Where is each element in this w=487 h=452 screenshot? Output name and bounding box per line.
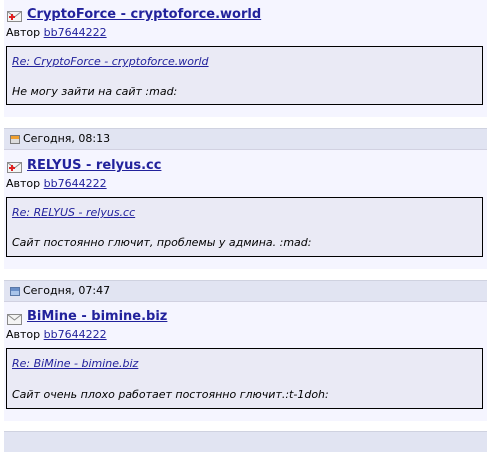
post-author: Автор bb7644222 xyxy=(6,177,107,190)
old-post-icon xyxy=(10,135,20,144)
quote-link[interactable]: Re: CryptoForce - cryptoforce.world xyxy=(12,55,209,68)
quote-box: Re: CryptoForce - cryptoforce.world Не м… xyxy=(6,46,483,105)
quote-link[interactable]: Re: BiMine - bimine.biz xyxy=(12,357,138,370)
quote-text: Не могу зайти на сайт :mad: xyxy=(12,85,178,98)
post-date-bar xyxy=(4,431,487,452)
post-author: Автор bb7644222 xyxy=(6,328,107,341)
quote-text: Сайт очень плохо работает постоянно глюч… xyxy=(12,388,329,401)
quote-box: Re: RELYUS - relyus.cc Сайт постоянно гл… xyxy=(6,197,483,257)
author-prefix: Автор xyxy=(6,26,41,39)
quote-box: Re: BiMine - bimine.biz Сайт очень плохо… xyxy=(6,348,483,409)
author-link[interactable]: bb7644222 xyxy=(44,328,107,341)
post-author: Автор bb7644222 xyxy=(6,26,107,39)
author-link[interactable]: bb7644222 xyxy=(44,26,107,39)
quote-link[interactable]: Re: RELYUS - relyus.cc xyxy=(12,206,135,219)
post-date: Сегодня, 08:13 xyxy=(23,132,111,145)
author-link[interactable]: bb7644222 xyxy=(44,177,107,190)
post-title-link[interactable]: CryptoForce - cryptoforce.world xyxy=(27,7,261,22)
quote-text: Сайт постоянно глючит, проблемы у админа… xyxy=(12,236,312,249)
new-post-icon xyxy=(10,287,20,296)
mail-icon xyxy=(7,314,22,325)
mail-delete-icon xyxy=(7,11,22,22)
post-date-bar: Сегодня, 07:47 xyxy=(4,280,487,301)
post-title-link[interactable]: BiMine - bimine.biz xyxy=(27,309,167,324)
post-date: Сегодня, 07:47 xyxy=(23,284,111,297)
post-date-bar: Сегодня, 08:13 xyxy=(4,128,487,149)
author-prefix: Автор xyxy=(6,177,41,190)
author-prefix: Автор xyxy=(6,328,41,341)
post-title-link[interactable]: RELYUS - relyus.cc xyxy=(27,158,161,173)
mail-delete-icon xyxy=(7,162,22,173)
